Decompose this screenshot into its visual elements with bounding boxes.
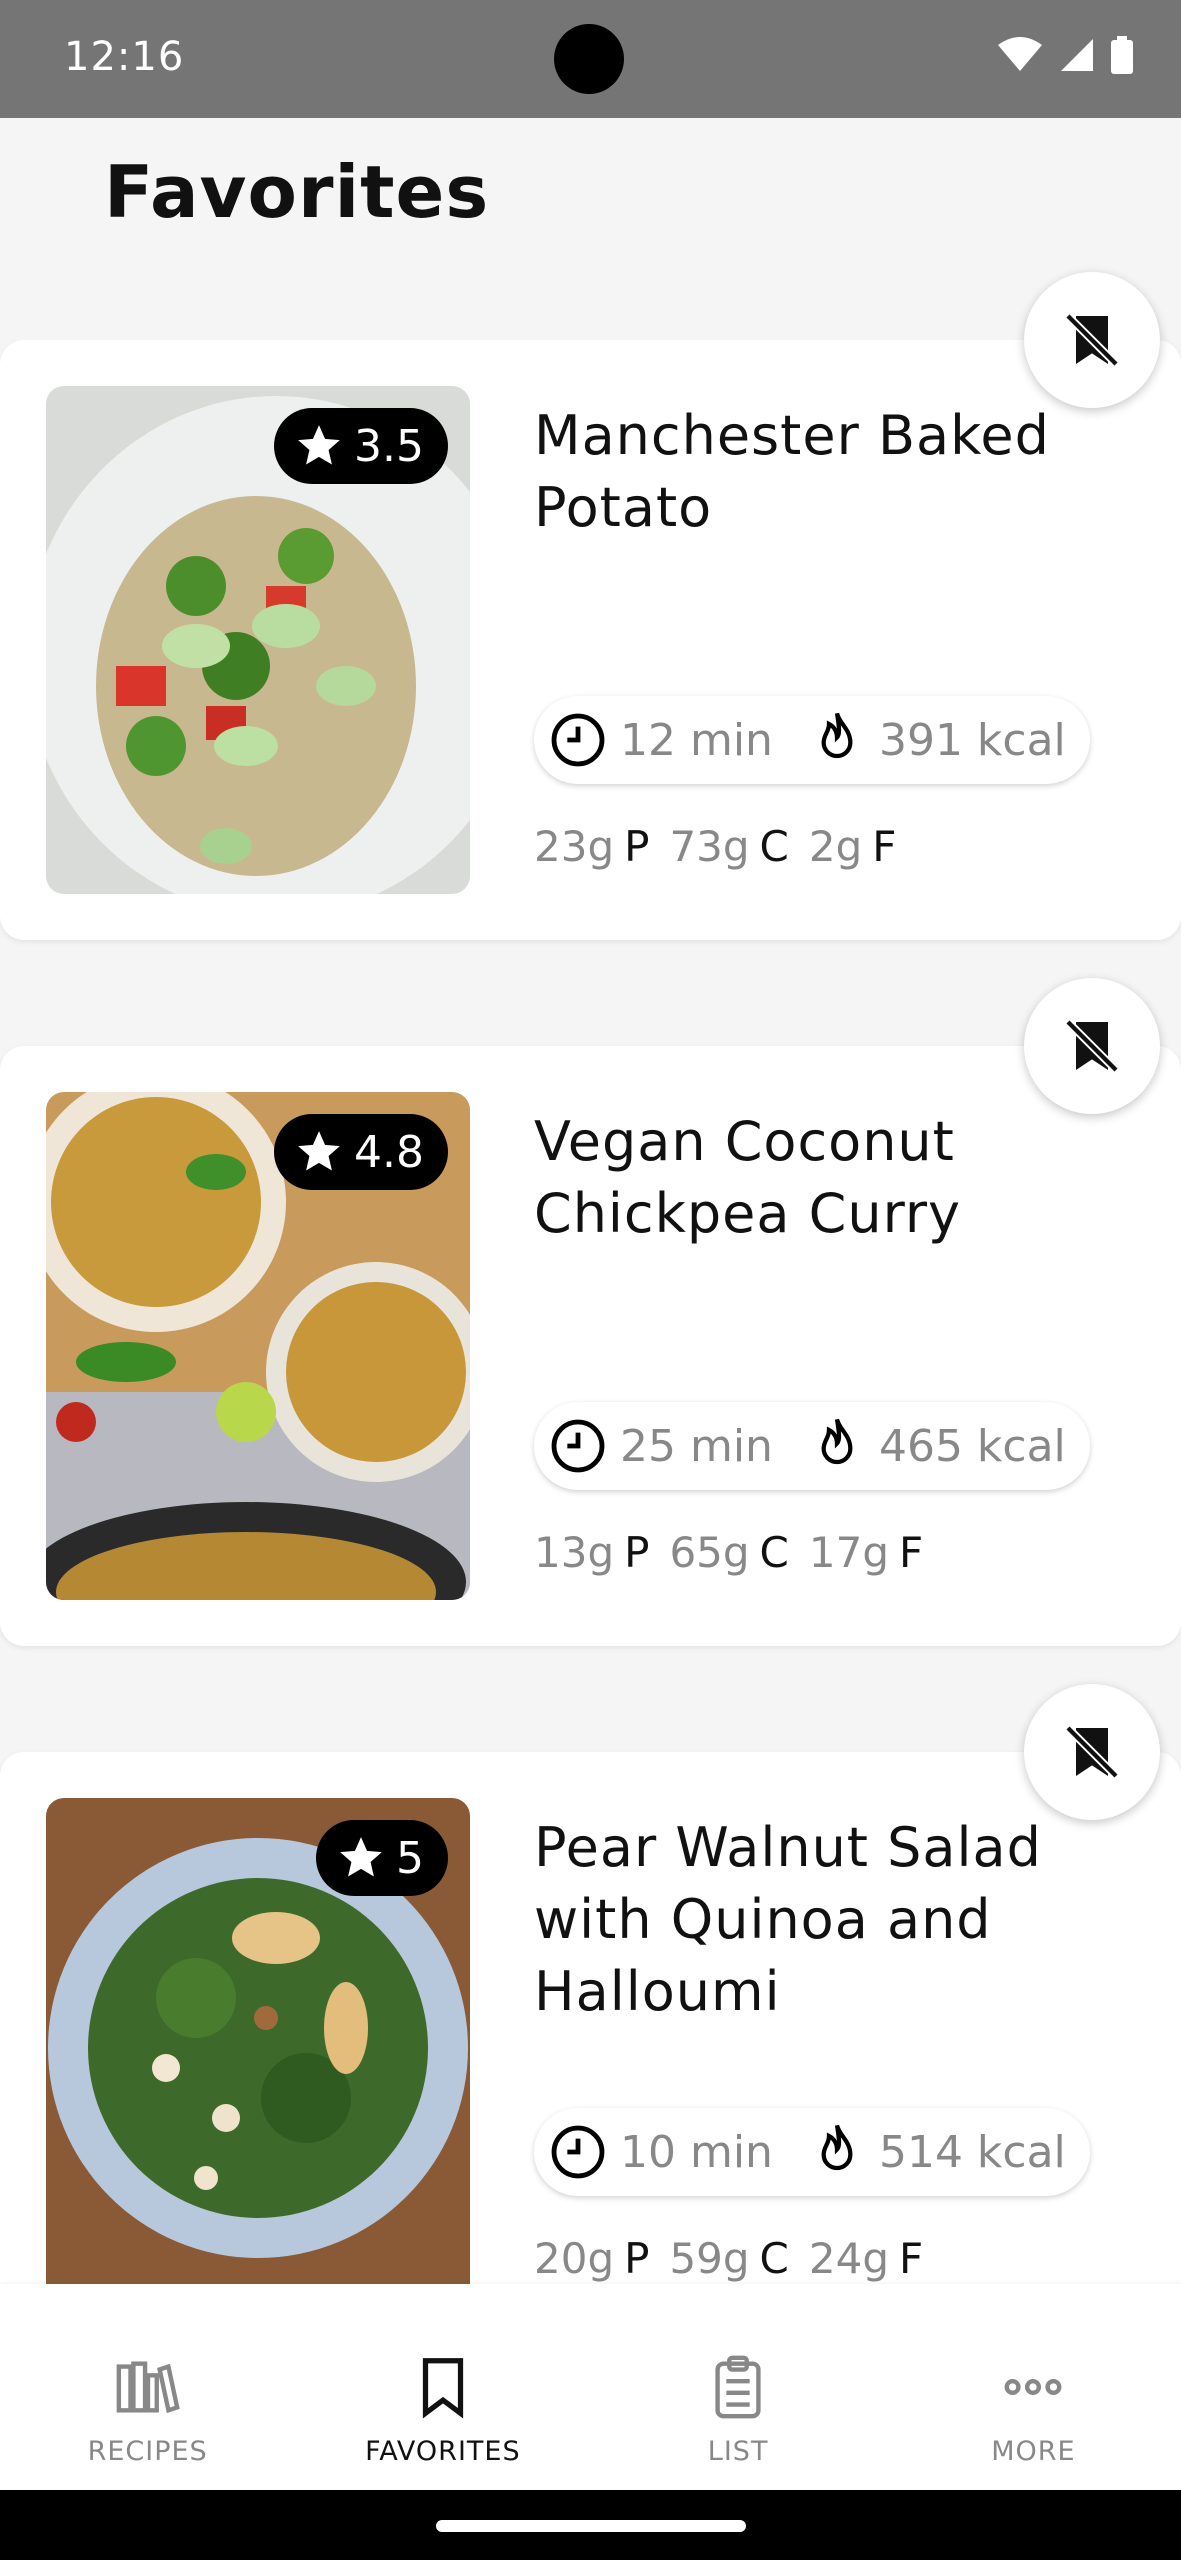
recipe-title[interactable]: Pear Walnut Salad with Quinoa and Hallou… bbox=[534, 1812, 1134, 2028]
recipe-meta: 12 min 391 kcal bbox=[534, 696, 1090, 784]
clock-icon bbox=[551, 713, 605, 767]
rating-badge: 3.5 bbox=[274, 408, 448, 484]
cook-time: 12 min bbox=[620, 714, 773, 766]
battery-icon bbox=[1111, 36, 1133, 74]
carbs-value: 73g bbox=[669, 822, 750, 871]
carbs-value: 59g bbox=[669, 2234, 750, 2283]
protein-unit: P bbox=[624, 2234, 650, 2283]
nav-label-list: LIST bbox=[707, 2436, 769, 2467]
carbs-unit: C bbox=[759, 1528, 789, 1577]
remove-favorite-button[interactable] bbox=[1024, 1684, 1160, 1820]
rating-value: 3.5 bbox=[354, 420, 424, 472]
fat-value: 2g bbox=[808, 822, 863, 871]
protein-unit: P bbox=[624, 1528, 650, 1577]
recipe-title[interactable]: Vegan Coconut Chickpea Curry bbox=[534, 1106, 1134, 1250]
cook-time: 25 min bbox=[620, 1420, 773, 1472]
carbs-value: 65g bbox=[669, 1528, 750, 1577]
cook-time: 10 min bbox=[620, 2126, 773, 2178]
status-time: 12:16 bbox=[64, 34, 185, 80]
signal-icon bbox=[1061, 39, 1093, 71]
nav-label-recipes: RECIPES bbox=[87, 2436, 208, 2467]
more-dots-icon bbox=[1004, 2378, 1062, 2396]
camera-cutout bbox=[554, 24, 624, 94]
clipboard-list-icon bbox=[715, 2355, 761, 2419]
recipe-title[interactable]: Manchester Baked Potato bbox=[534, 400, 1134, 544]
nav-label-more: MORE bbox=[991, 2436, 1076, 2467]
fat-value: 24g bbox=[808, 2234, 889, 2283]
fat-unit: F bbox=[898, 2234, 924, 2283]
protein-value: 20g bbox=[534, 2234, 615, 2283]
status-bar: 12:16 bbox=[0, 0, 1181, 118]
nav-list[interactable]: LIST bbox=[591, 2284, 886, 2490]
recipe-image[interactable]: 4.8 bbox=[46, 1092, 470, 1600]
flame-icon bbox=[821, 1418, 853, 1465]
nav-label-favorites: FAVORITES bbox=[365, 2436, 521, 2467]
rating-badge: 4.8 bbox=[274, 1114, 448, 1190]
nav-more[interactable]: MORE bbox=[886, 2284, 1181, 2490]
clock-icon bbox=[551, 2125, 605, 2179]
rating-value: 5 bbox=[396, 1832, 424, 1884]
recipe-card[interactable]: 5 Pear Walnut Salad with Quinoa and Hall… bbox=[0, 1752, 1181, 2284]
rating-badge: 5 bbox=[316, 1820, 448, 1896]
protein-unit: P bbox=[624, 822, 650, 871]
bookmark-icon bbox=[422, 2358, 463, 2419]
clock-icon bbox=[551, 1419, 605, 1473]
macros: 20g P 59g C 24g F bbox=[534, 2234, 933, 2283]
page-title: Favorites bbox=[104, 150, 490, 234]
remove-favorite-button[interactable] bbox=[1024, 272, 1160, 408]
calories: 465 kcal bbox=[878, 1420, 1066, 1472]
protein-value: 13g bbox=[534, 1528, 615, 1577]
star-icon bbox=[298, 425, 340, 465]
recipe-image[interactable]: 3.5 bbox=[46, 386, 470, 894]
gesture-area bbox=[0, 2490, 1181, 2560]
recipe-image[interactable]: 5 bbox=[46, 1798, 470, 2284]
fat-unit: F bbox=[898, 1528, 924, 1577]
fat-unit: F bbox=[872, 822, 897, 871]
remove-favorite-button[interactable] bbox=[1024, 978, 1160, 1114]
recipe-card[interactable]: 3.5 Manchester Baked Potato 12 min 391 k… bbox=[0, 340, 1181, 940]
books-icon bbox=[116, 2361, 180, 2414]
calories: 514 kcal bbox=[878, 2126, 1066, 2178]
recipe-card[interactable]: 4.8 Vegan Coconut Chickpea Curry 25 min … bbox=[0, 1046, 1181, 1646]
carbs-unit: C bbox=[759, 2234, 789, 2283]
flame-icon bbox=[821, 712, 853, 759]
home-gesture-bar[interactable] bbox=[436, 2520, 746, 2532]
star-icon bbox=[340, 1837, 382, 1877]
recipe-meta: 25 min 465 kcal bbox=[534, 1402, 1090, 1490]
bookmark-remove-icon bbox=[1065, 1725, 1119, 1779]
macros: 13g P 65g C 17g F bbox=[534, 1528, 933, 1577]
wifi-icon bbox=[998, 37, 1042, 71]
star-icon bbox=[298, 1131, 340, 1171]
bottom-nav: RECIPES FAVORITES LIST MORE bbox=[0, 2284, 1181, 2490]
protein-value: 23g bbox=[534, 822, 615, 871]
nav-recipes[interactable]: RECIPES bbox=[0, 2284, 295, 2490]
status-icons bbox=[997, 36, 1133, 74]
bookmark-remove-icon bbox=[1065, 1019, 1119, 1073]
favorites-list[interactable]: 3.5 Manchester Baked Potato 12 min 391 k… bbox=[0, 340, 1181, 2284]
macros: 23g P 73g C 2g F bbox=[534, 822, 906, 871]
fat-value: 17g bbox=[808, 1528, 889, 1577]
bookmark-remove-icon bbox=[1065, 313, 1119, 367]
recipe-meta: 10 min 514 kcal bbox=[534, 2108, 1090, 2196]
calories: 391 kcal bbox=[878, 714, 1066, 766]
rating-value: 4.8 bbox=[354, 1126, 424, 1178]
carbs-unit: C bbox=[759, 822, 789, 871]
flame-icon bbox=[821, 2124, 853, 2171]
nav-favorites[interactable]: FAVORITES bbox=[295, 2284, 590, 2490]
